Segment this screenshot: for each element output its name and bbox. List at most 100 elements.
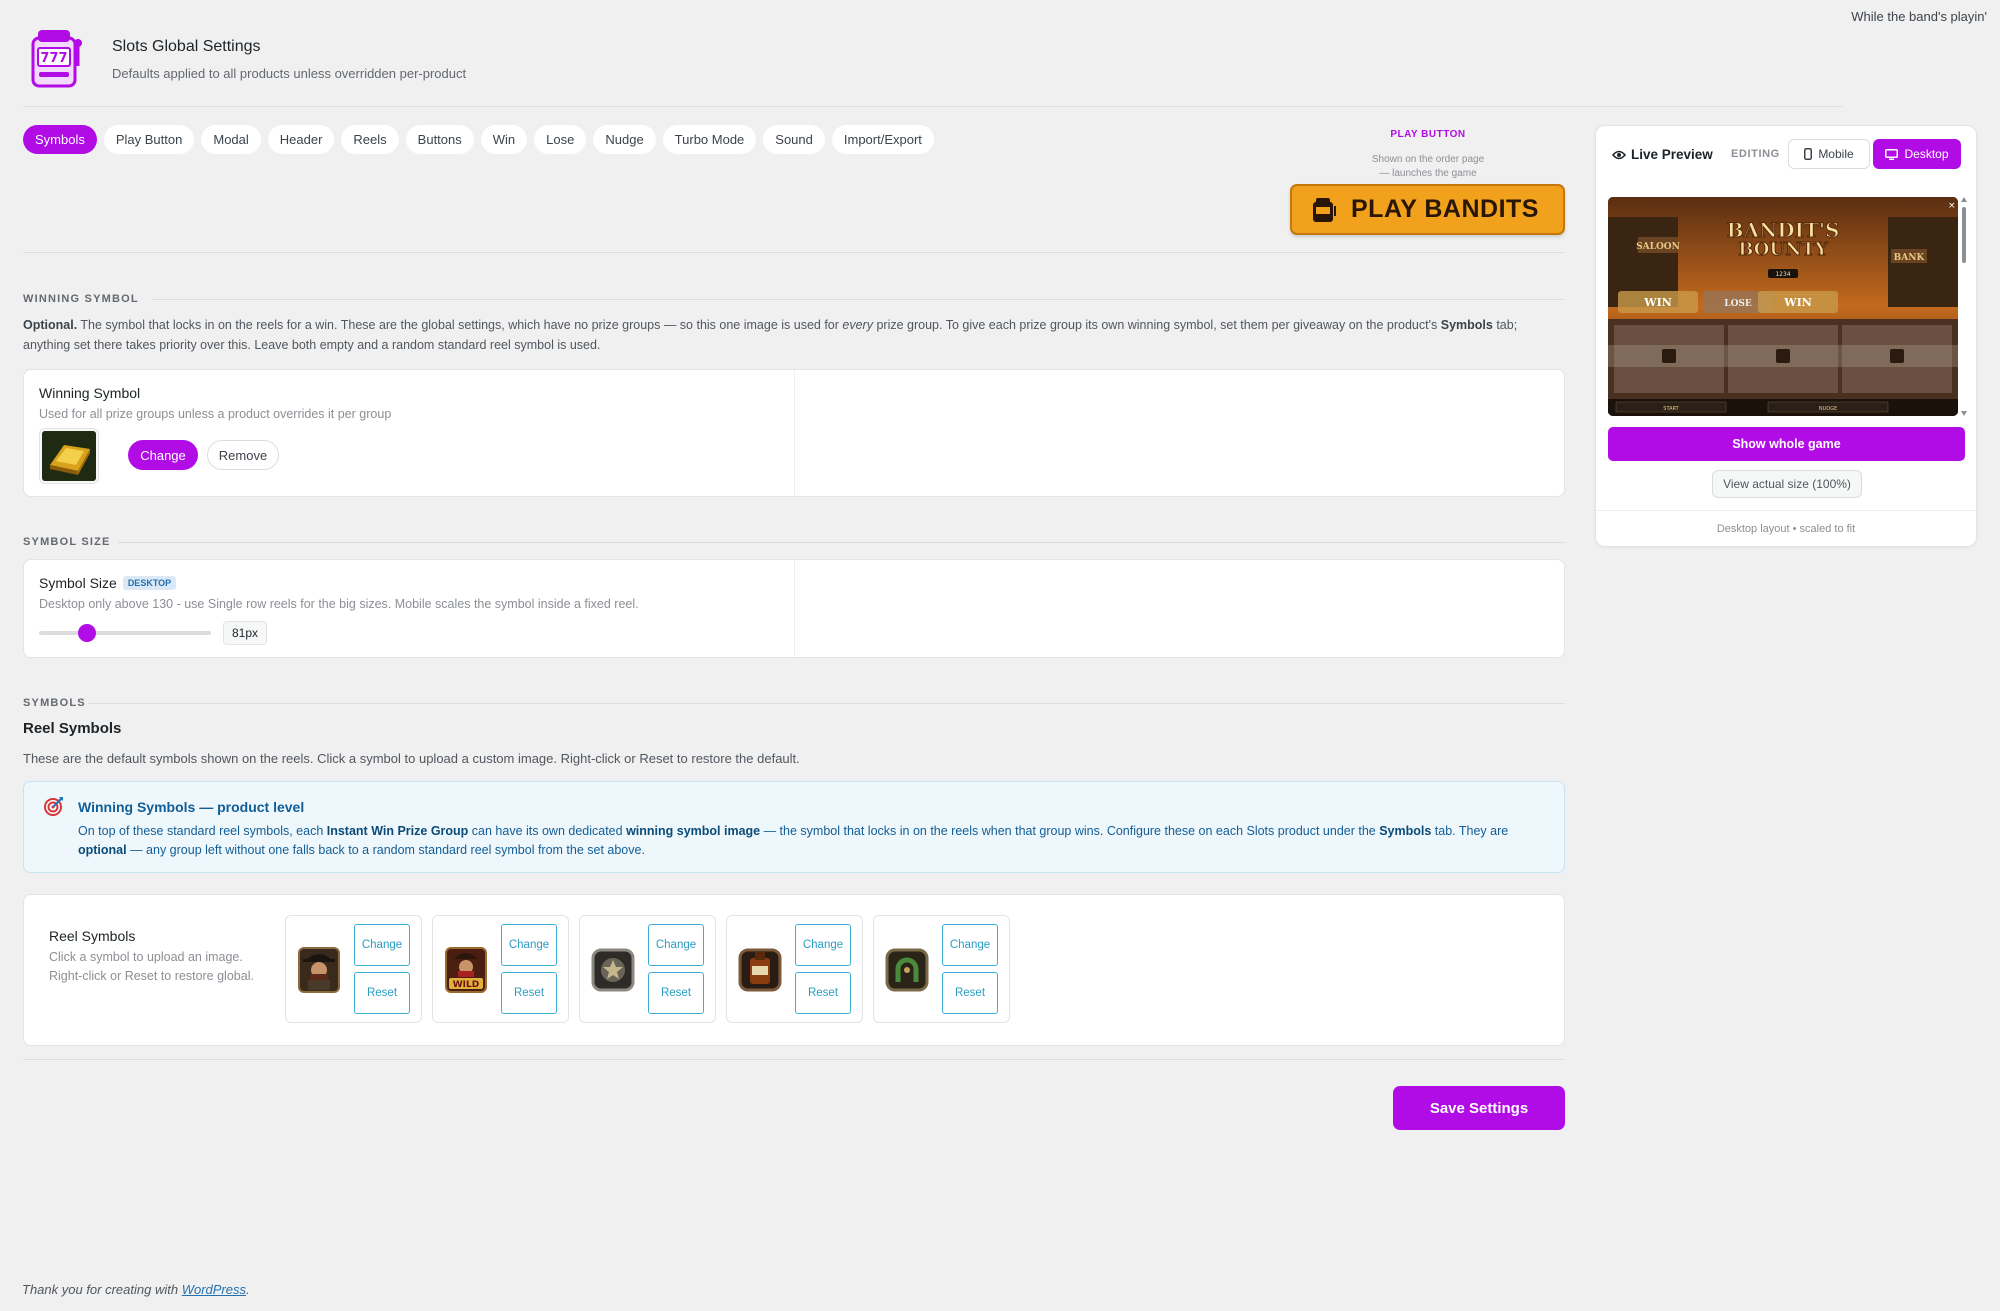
game-counter: 1234 — [1775, 271, 1790, 278]
tab-buttons[interactable]: Buttons — [405, 125, 474, 154]
reel-symbols-description: These are the default symbols shown on t… — [23, 751, 800, 766]
info-strong: Instant Win Prize Group — [326, 824, 469, 838]
admin-footer: Thank you for creating with WordPress. — [22, 1282, 250, 1297]
game-preview-image: SALOON BANK BANDIT'S BOUNTY 1234 WIN LOS… — [1608, 197, 1958, 416]
slot-machine-icon: 777 — [31, 30, 82, 88]
change-winning-symbol-button[interactable]: Change — [128, 440, 198, 470]
section-rule — [118, 542, 1565, 543]
footer-suffix: . — [246, 1282, 250, 1297]
footer-text: Thank you for creating with — [22, 1282, 182, 1297]
show-whole-game-button[interactable]: Show whole game — [1608, 427, 1965, 461]
reel-symbol-2: WILD Change Reset — [432, 915, 569, 1023]
card-divider — [794, 560, 795, 657]
gold-bar-icon — [42, 431, 96, 481]
section-rule — [152, 299, 1565, 300]
game-nudge-button: NUDGE — [1819, 406, 1837, 412]
winning-symbol-subtitle: Used for all prize groups unless a produ… — [39, 407, 392, 421]
desktop-label: Desktop — [1904, 147, 1949, 161]
badge-symbol-icon[interactable] — [590, 942, 636, 996]
info-strong: winning symbol image — [626, 824, 761, 838]
top-note: While the band's playin' — [1851, 9, 1987, 24]
game-lose-label: LOSE — [1724, 299, 1752, 309]
page-subtitle: Defaults applied to all products unless … — [112, 66, 467, 81]
view-actual-size-button[interactable]: View actual size (100%) — [1712, 470, 1862, 498]
game-title-line2: BOUNTY — [1738, 239, 1829, 260]
symbol-size-section-label: SYMBOL SIZE — [23, 536, 111, 548]
horseshoe-symbol-icon[interactable] — [884, 942, 930, 996]
reset-symbol-button[interactable]: Reset — [795, 972, 851, 1014]
remove-winning-symbol-button[interactable]: Remove — [207, 440, 279, 470]
header-divider — [23, 106, 1843, 107]
card-divider — [794, 370, 795, 496]
desc-part1: The symbol that locks in on the reels fo… — [77, 318, 843, 332]
live-preview-panel: Live Preview EDITING Mobile Desktop SALO… — [1595, 125, 1977, 547]
change-symbol-button[interactable]: Change — [648, 924, 704, 966]
info-title: Winning Symbols — product level — [78, 799, 305, 815]
mobile-toggle-button[interactable]: Mobile — [1788, 139, 1870, 169]
preview-scrollbar[interactable] — [1960, 197, 1968, 416]
play-bandits-button[interactable]: PLAY BANDITS — [1290, 184, 1565, 235]
reel-symbol-3: Change Reset — [579, 915, 716, 1023]
tab-lose[interactable]: Lose — [534, 125, 587, 154]
save-settings-button[interactable]: Save Settings — [1393, 1086, 1565, 1130]
change-symbol-button[interactable]: Change — [942, 924, 998, 966]
desc-part2: prize group. To give each prize group it… — [872, 318, 1441, 332]
svg-text:WILD: WILD — [453, 980, 479, 990]
symbol-size-value: 81px — [223, 621, 268, 645]
page-header: 777 Slots Global Settings Defaults appli… — [29, 26, 466, 90]
page-title: Slots Global Settings — [112, 38, 261, 55]
wild-symbol-icon[interactable]: WILD — [443, 942, 489, 996]
reel-symbols-card-subtitle: Click a symbol to upload an image. Right… — [49, 948, 289, 986]
symbol-size-slider-thumb[interactable] — [78, 624, 97, 642]
game-preview-screen[interactable]: SALOON BANK BANDIT'S BOUNTY 1234 WIN LOS… — [1608, 197, 1958, 416]
info-text: can have its own dedicated — [468, 824, 627, 838]
tab-symbols[interactable]: Symbols — [23, 125, 97, 154]
change-symbol-button[interactable]: Change — [354, 924, 410, 966]
eye-icon — [1612, 150, 1626, 160]
reset-symbol-button[interactable]: Reset — [501, 972, 557, 1014]
reel-symbols-card-title: Reel Symbols — [49, 928, 136, 944]
tab-modal[interactable]: Modal — [201, 125, 261, 154]
symbol-size-slider-track[interactable] — [39, 631, 211, 635]
game-start-button: START — [1663, 406, 1679, 412]
info-text: — the symbol that locks in on the reels … — [760, 824, 1380, 838]
tab-win[interactable]: Win — [480, 125, 528, 154]
winning-symbol-title: Winning Symbol — [39, 385, 141, 401]
desc-every: every — [842, 318, 873, 332]
wordpress-link[interactable]: WordPress — [182, 1282, 246, 1297]
symbol-size-title: Symbol Size — [39, 575, 117, 591]
symbol-size-title-row: Symbol Size DESKTOP — [39, 575, 177, 591]
tab-turbo-mode[interactable]: Turbo Mode — [662, 125, 757, 154]
section-divider — [23, 1059, 1565, 1060]
game-win-label-1: WIN — [1643, 296, 1672, 309]
info-strong: optional — [78, 843, 127, 857]
bandit-symbol-icon[interactable] — [296, 942, 342, 996]
change-symbol-button[interactable]: Change — [795, 924, 851, 966]
close-icon: × — [1948, 201, 1956, 211]
reset-symbol-button[interactable]: Reset — [648, 972, 704, 1014]
section-divider — [23, 252, 1565, 253]
tab-import-export[interactable]: Import/Export — [831, 125, 934, 154]
desktop-badge: DESKTOP — [122, 576, 177, 590]
reset-symbol-button[interactable]: Reset — [354, 972, 410, 1014]
editing-label: EDITING — [1731, 148, 1780, 160]
whiskey-symbol-icon[interactable] — [737, 942, 783, 996]
tab-play-button[interactable]: Play Button — [103, 125, 195, 154]
winning-symbol-thumbnail[interactable] — [39, 428, 99, 484]
reel-card-sub-line2: Right-click or Reset to restore global. — [49, 969, 254, 983]
info-text: tab. They are — [1431, 824, 1509, 838]
tab-nudge[interactable]: Nudge — [593, 125, 656, 154]
live-preview-title: Live Preview — [1631, 147, 1713, 162]
tab-reels[interactable]: Reels — [341, 125, 399, 154]
play-button-note-line1: Shown on the order page — [1371, 154, 1485, 165]
tab-header[interactable]: Header — [267, 125, 335, 154]
reset-symbol-button[interactable]: Reset — [942, 972, 998, 1014]
tab-sound[interactable]: Sound — [763, 125, 825, 154]
mobile-icon — [1804, 148, 1813, 160]
winning-symbols-info-box: Winning Symbols — product level On top o… — [23, 781, 1565, 873]
desktop-toggle-button[interactable]: Desktop — [1873, 139, 1961, 169]
play-button-note-line2: — launches the game — [1379, 168, 1477, 179]
bank-sign: BANK — [1894, 253, 1926, 263]
svg-text:777: 777 — [40, 51, 67, 66]
change-symbol-button[interactable]: Change — [501, 924, 557, 966]
